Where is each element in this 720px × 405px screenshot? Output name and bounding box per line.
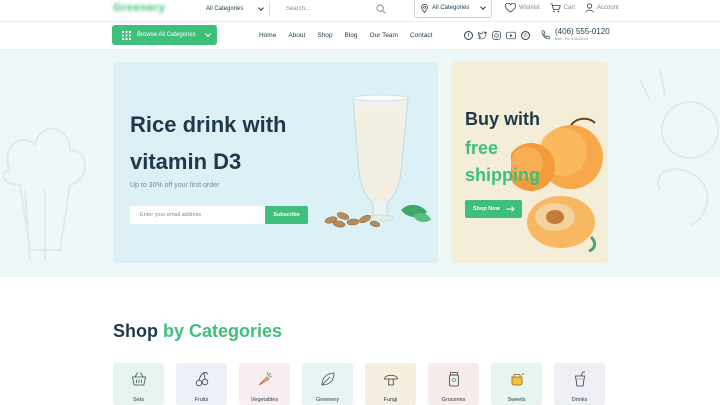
drink-icon <box>574 371 585 387</box>
social-links: f ✆ <box>464 31 530 40</box>
category-card-sets[interactable]: Sets <box>113 363 164 405</box>
facebook-icon[interactable]: f <box>464 31 473 40</box>
category-card-groceries[interactable]: Groceries <box>428 363 479 405</box>
email-input[interactable] <box>130 206 265 224</box>
mushroom-icon <box>383 374 398 386</box>
category-label: Vegetables <box>250 397 279 403</box>
honey-icon <box>511 372 524 386</box>
youtube-icon[interactable] <box>506 31 516 40</box>
chevron-down-icon <box>480 4 486 10</box>
location-select-value: All Categories <box>432 5 470 11</box>
side-banner-highlight: free shipping <box>465 138 540 185</box>
basket-icon <box>131 372 146 386</box>
account-label: Account <box>597 5 619 11</box>
category-select[interactable]: All Categories <box>200 2 270 16</box>
location-select[interactable]: All Categories <box>414 0 492 18</box>
category-card-fruits[interactable]: Fruits <box>176 363 227 405</box>
nav-item-about[interactable]: About <box>288 32 305 39</box>
nav-item-our-team[interactable]: Our Team <box>370 32 398 39</box>
heart-icon <box>505 3 516 13</box>
nav-item-contact[interactable]: Contact <box>410 32 432 39</box>
main-menu: Home About Shop Blog Our Team Contact <box>259 32 432 39</box>
category-label: Sets <box>132 397 144 403</box>
cart-icon <box>550 3 561 13</box>
category-label: Fungi <box>383 397 398 403</box>
side-banner: Buy with free shipping Shop Now <box>451 62 608 263</box>
phone-icon <box>541 30 550 40</box>
browse-categories-label: Browse All Categories <box>137 32 196 38</box>
category-card-drinks[interactable]: Drinks <box>554 363 605 405</box>
shop-now-label: Shop Now <box>473 206 500 212</box>
category-label: Sweets <box>507 397 526 403</box>
instagram-icon[interactable] <box>492 31 501 40</box>
categories-heading-part1: Shop <box>113 321 158 341</box>
nav-item-home[interactable]: Home <box>259 32 276 39</box>
main-banner: Rice drink with vitamin D3 Up to 30% off… <box>113 62 438 263</box>
hero-subtitle: Up to 30% off your first order <box>130 182 220 189</box>
browse-categories-button[interactable]: Browse All Categories <box>112 25 217 45</box>
arrow-right-icon <box>506 206 515 212</box>
twitter-icon[interactable] <box>478 31 487 40</box>
side-banner-title: Buy with <box>465 109 540 129</box>
wishlist-label: Wishlist <box>519 5 540 11</box>
nav-item-blog[interactable]: Blog <box>345 32 358 39</box>
category-label: Greenery <box>316 397 339 403</box>
category-card-greenery[interactable]: Greenery <box>302 363 353 405</box>
category-label: Drinks <box>571 397 588 403</box>
phone-contact[interactable]: (406) 555-0120 Mon - Fri: 9:00-20:00 <box>541 27 610 41</box>
category-card-vegetables[interactable]: Vegetables <box>239 363 290 405</box>
grid-icon <box>122 30 131 40</box>
shop-now-button[interactable]: Shop Now <box>465 200 522 218</box>
phone-number: (406) 555-0120 <box>555 27 610 36</box>
main-navbar: Browse All Categories Home About Shop Bl… <box>0 22 720 50</box>
search-bar <box>278 2 396 16</box>
wishlist-link[interactable]: Wishlist <box>505 3 540 13</box>
category-label: Fruits <box>194 397 209 403</box>
logo[interactable]: Greenery <box>113 2 165 14</box>
subscribe-button[interactable]: Subscribe <box>265 206 308 224</box>
cherry-icon <box>195 371 208 387</box>
cart-link[interactable]: Cart <box>550 3 575 13</box>
chevron-down-icon <box>258 5 264 11</box>
carrot-icon <box>258 371 272 386</box>
top-links: Wishlist Cart Account <box>505 3 619 13</box>
chevron-down-icon <box>204 31 211 37</box>
cart-label: Cart <box>563 5 576 11</box>
search-icon[interactable] <box>376 4 386 14</box>
search-input[interactable] <box>278 6 368 12</box>
category-select-value: All Categories <box>206 6 244 12</box>
categories-heading-part2: by Categories <box>163 321 283 341</box>
category-label: Groceries <box>441 397 466 403</box>
milk-glass-illustration <box>324 94 431 228</box>
leaf-icon <box>321 372 334 386</box>
location-pin-icon <box>421 3 428 13</box>
opening-hours: Mon - Fri: 9:00-20:00 <box>555 37 588 41</box>
account-link[interactable]: Account <box>585 3 619 13</box>
jar-icon <box>448 372 459 387</box>
hero-title: Rice drink with vitamin D3 <box>130 112 287 174</box>
category-card-sweets[interactable]: Sweets <box>491 363 542 405</box>
user-icon <box>585 3 594 13</box>
categories-heading: Shop by Categories <box>113 321 282 342</box>
top-bar: Greenery All Categories All Categories W… <box>0 0 720 22</box>
nav-item-shop[interactable]: Shop <box>317 32 332 39</box>
category-card-fungi[interactable]: Fungi <box>365 363 416 405</box>
category-list: Sets Fruits Vegetables Greenery Fungi Gr… <box>113 363 605 405</box>
whatsapp-icon[interactable]: ✆ <box>521 31 530 40</box>
